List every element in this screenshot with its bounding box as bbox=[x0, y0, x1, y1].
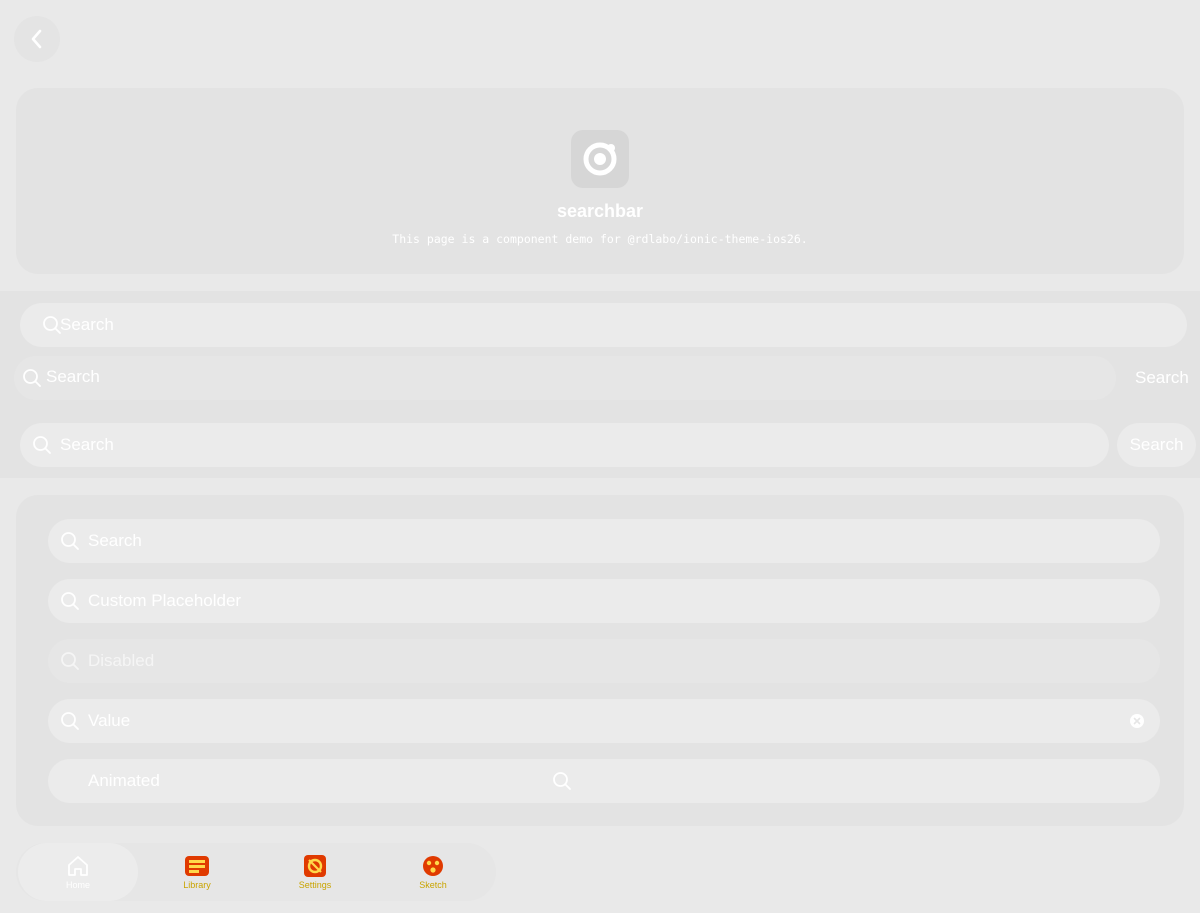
searchbar-basic[interactable]: Search bbox=[48, 519, 1160, 563]
back-button[interactable] bbox=[14, 16, 60, 62]
tab-label: Settings bbox=[298, 879, 332, 890]
searchbar-default[interactable]: Search bbox=[20, 303, 1187, 347]
tab-library[interactable]: Library bbox=[152, 843, 242, 901]
searchbar-with-cancel-pill[interactable]: Search bbox=[20, 423, 1109, 467]
tab-label: Sketch bbox=[419, 879, 447, 890]
clear-icon[interactable] bbox=[1130, 714, 1144, 728]
searchbar-placeholder: Custom Placeholder bbox=[88, 591, 242, 610]
page-title: searchbar bbox=[556, 201, 644, 221]
search-icon bbox=[43, 316, 61, 334]
page-description: This page is a component demo for @rdlab… bbox=[392, 232, 808, 246]
searchbar-disabled: Disabled bbox=[48, 639, 1160, 683]
chevron-left-icon bbox=[31, 29, 42, 49]
searchbar-animated[interactable]: Animated bbox=[48, 759, 1160, 803]
search-icon bbox=[33, 436, 51, 454]
search-icon bbox=[23, 369, 41, 387]
searchbar-placeholder: Disabled bbox=[88, 651, 155, 670]
search-icon bbox=[61, 652, 79, 670]
cancel-button[interactable]: Search bbox=[1117, 423, 1196, 467]
home-icon bbox=[68, 855, 88, 876]
searchbar-placeholder: Animated bbox=[88, 771, 160, 790]
search-icon bbox=[61, 712, 79, 730]
searchbar-placeholder: Search bbox=[46, 367, 100, 386]
searchbar-placeholder: Search bbox=[60, 435, 114, 454]
searchbar-value: Value bbox=[88, 711, 131, 730]
search-icon bbox=[61, 532, 79, 550]
library-icon bbox=[185, 855, 209, 876]
cancel-button[interactable]: Search bbox=[1135, 368, 1189, 388]
searchbar-placeholder: Search bbox=[60, 315, 114, 334]
tab-settings[interactable]: Settings bbox=[270, 843, 360, 901]
ionic-logo-icon bbox=[571, 130, 629, 188]
tab-home[interactable]: Home bbox=[18, 843, 138, 901]
tab-sketch[interactable]: Sketch bbox=[388, 843, 478, 901]
sketch-icon bbox=[423, 855, 443, 876]
search-icon bbox=[553, 772, 571, 790]
searchbar-with-cancel[interactable]: Search bbox=[14, 356, 1116, 400]
search-icon bbox=[61, 592, 79, 610]
tab-label: Home bbox=[65, 879, 90, 890]
searchbar-with-value[interactable]: Value bbox=[48, 699, 1160, 743]
searchbar-custom-placeholder[interactable]: Custom Placeholder bbox=[48, 579, 1160, 623]
tab-label: Library bbox=[183, 879, 211, 890]
settings-icon bbox=[304, 854, 326, 877]
searchbar-placeholder: Search bbox=[88, 531, 142, 550]
